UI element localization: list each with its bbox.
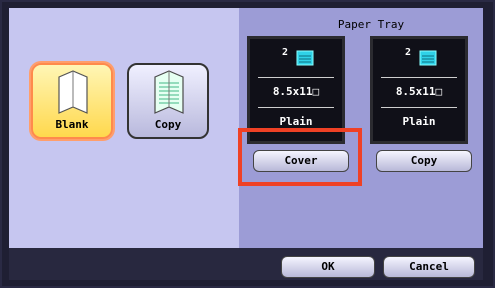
tray-paper-type: Plain: [402, 115, 436, 128]
blank-option-label: Blank: [55, 118, 89, 131]
tray-paper-type: Plain: [279, 115, 313, 128]
tray-number: 2: [282, 47, 289, 58]
blank-option-button[interactable]: Blank: [31, 63, 113, 139]
copy-option-button[interactable]: Copy: [127, 63, 209, 139]
tray-divider: [258, 77, 334, 78]
copy-option-label: Copy: [154, 118, 182, 131]
copy-tray-button[interactable]: Copy: [376, 150, 472, 172]
ok-button[interactable]: OK: [281, 256, 375, 278]
cover-highlight-box: [238, 128, 362, 186]
tray-divider: [258, 107, 334, 108]
tray-paper-size: 8.5x11□: [272, 85, 320, 98]
copy-page-icon: [154, 70, 184, 114]
paper-tray-icon: [419, 50, 437, 66]
blank-page-icon: [58, 70, 88, 114]
paper-tray-icon: [296, 50, 314, 66]
paper-tray-card-2: 2 8.5x11□ Plain: [370, 36, 468, 144]
tray-paper-size: 8.5x11□: [395, 85, 443, 98]
paper-tray-title: Paper Tray: [337, 18, 405, 31]
tray-number: 2: [405, 47, 412, 58]
tray-divider: [381, 77, 457, 78]
tray-divider: [381, 107, 457, 108]
cancel-button[interactable]: Cancel: [383, 256, 475, 278]
